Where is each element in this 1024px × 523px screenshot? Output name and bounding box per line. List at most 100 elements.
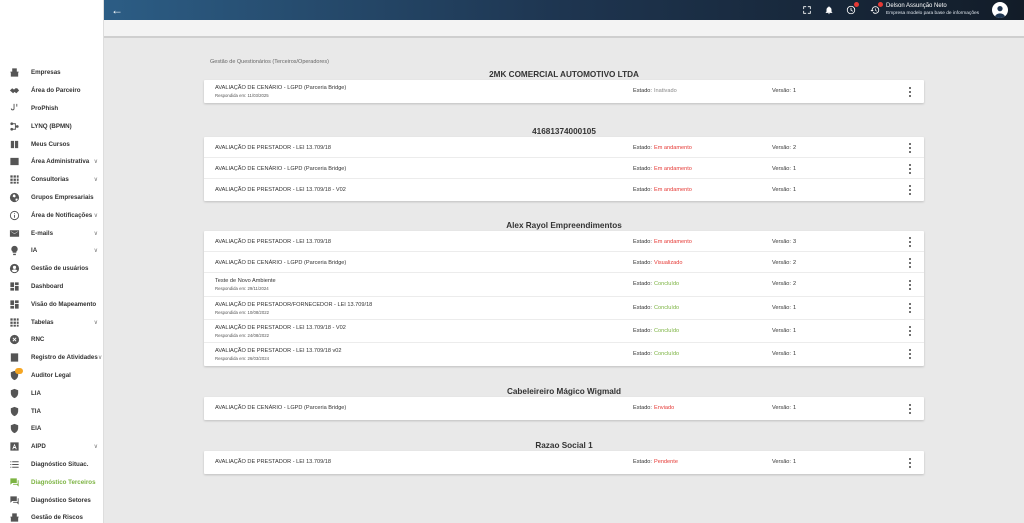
sidebar-item-rnc[interactable]: RNC xyxy=(0,331,103,349)
table-row[interactable]: AVALIAÇÃO DE PRESTADOR - LEI 13.709/18 Es… xyxy=(204,451,924,474)
sidebar-item-ia[interactable]: IA ∨ xyxy=(0,242,103,260)
sidebar-item-dashboard[interactable]: Dashboard xyxy=(0,278,103,296)
avatar[interactable] xyxy=(992,2,1008,18)
sidebar-item-consultorias[interactable]: Consultorias ∨ xyxy=(0,171,103,189)
more-options-icon[interactable] xyxy=(906,163,914,175)
sidebar-item-grupos-empresariais[interactable]: Grupos Empresariais xyxy=(0,189,103,207)
version-label: Versão: xyxy=(772,281,791,287)
table-row[interactable]: AVALIAÇÃO DE PRESTADOR - LEI 13.709/18 v… xyxy=(204,343,924,366)
version-label: Versão: xyxy=(772,304,791,311)
more-options-icon[interactable] xyxy=(906,86,914,98)
sidebar-item-label: Tabelas xyxy=(31,318,54,326)
notification-badge xyxy=(878,2,883,7)
bell-icon[interactable] xyxy=(823,4,835,16)
building-icon xyxy=(8,512,20,523)
table-row[interactable]: AVALIAÇÃO DE CENÁRIO - LGPD (Parceria Br… xyxy=(204,252,924,273)
state-label: Estado: xyxy=(633,327,652,334)
sidebar-item-label: Auditor Legal xyxy=(31,371,71,379)
table-row[interactable]: AVALIAÇÃO DE CENÁRIO - LGPD (Parceria Br… xyxy=(204,397,924,420)
sidebar-item-diagnostico-setores[interactable]: Diagnóstico Setores xyxy=(0,491,103,509)
more-options-icon[interactable] xyxy=(906,457,914,469)
more-options-icon[interactable] xyxy=(906,403,914,415)
sidebar-item-label: LYNQ (BPMN) xyxy=(31,122,72,130)
sidebar-item-gestao-de-usuarios[interactable]: Gestão de usuários xyxy=(0,260,103,278)
sidebar-item-e-mails[interactable]: E-mails ∨ xyxy=(0,224,103,242)
more-options-icon[interactable] xyxy=(906,279,914,291)
version-cell: Versão: 2 xyxy=(772,281,796,287)
sidebar-item-tia[interactable]: TIA xyxy=(0,402,103,420)
state-cell: Estado: Concluído xyxy=(633,351,679,357)
sidebar-item-label: EIA xyxy=(31,425,42,433)
status-badge: Pendente xyxy=(653,459,678,465)
sidebar-item-empresas[interactable]: Empresas xyxy=(0,64,103,82)
questionnaire-card: AVALIAÇÃO DE CENÁRIO - LGPD (Parceria Br… xyxy=(204,397,924,420)
version-value: 1 xyxy=(792,459,797,465)
sidebar-item-area-administrativa[interactable]: Área Administrativa ∨ xyxy=(0,153,103,171)
table-row[interactable]: AVALIAÇÃO DE PRESTADOR - LEI 13.709/18 -… xyxy=(204,320,924,343)
sidebar-item-meus-cursos[interactable]: Meus Cursos xyxy=(0,135,103,153)
globe-icon xyxy=(8,191,20,203)
state-label: Estado: xyxy=(633,405,652,411)
sidebar-item-label: ProPhish xyxy=(31,104,59,112)
more-options-icon[interactable] xyxy=(906,257,914,269)
table-row[interactable]: AVALIAÇÃO DE PRESTADOR - LEI 13.709/18 -… xyxy=(204,179,924,201)
status-badge: Em andamento xyxy=(653,187,692,193)
state-label: Estado: xyxy=(633,260,652,266)
admin-icon xyxy=(8,156,20,168)
chevron-down-icon: ∨ xyxy=(93,230,98,237)
version-cell: Versão: 1 xyxy=(772,166,796,172)
chevron-down-icon: ∨ xyxy=(93,212,98,219)
history-icon[interactable] xyxy=(869,2,883,16)
version-label: Versão: xyxy=(772,239,791,245)
sidebar-item-prophish[interactable]: ProPhish xyxy=(0,100,103,118)
sidebar-item-eia[interactable]: EIA xyxy=(0,420,103,438)
answered-date: Respondida em: 29/11/2024 xyxy=(215,286,269,291)
table-row[interactable]: AVALIAÇÃO DE PRESTADOR/FORNECEDOR - LEI … xyxy=(204,297,924,320)
chat-icon xyxy=(8,494,20,506)
table-row[interactable]: AVALIAÇÃO DE PRESTADOR - LEI 13.709/18 Es… xyxy=(204,231,924,252)
table-row[interactable]: AVALIAÇÃO DE CENÁRIO - LGPD (Parceria Br… xyxy=(204,158,924,179)
sidebar-item-diagnostico-terceiros[interactable]: Diagnóstico Terceiros xyxy=(0,473,103,491)
more-options-icon[interactable] xyxy=(906,142,914,154)
alert-clock-icon[interactable] xyxy=(845,2,859,16)
handshake-icon xyxy=(8,85,20,97)
sidebar-item-visao-do-mapeamento[interactable]: Visão do Mapeamento xyxy=(0,295,103,313)
sidebar-item-gestao-de-riscos[interactable]: Gestão de Riscos xyxy=(0,509,103,523)
shield-icon xyxy=(8,387,20,399)
state-cell: Estado: Em andamento xyxy=(633,166,692,172)
more-options-icon[interactable] xyxy=(906,325,914,337)
state-cell: Estado: Pendente xyxy=(633,459,678,465)
table-row[interactable]: AVALIAÇÃO DE CENÁRIO - LGPD (Parceria Br… xyxy=(204,80,924,103)
sidebar-item-aipd[interactable]: AIPD ∨ xyxy=(0,438,103,456)
sidebar-item-tabelas[interactable]: Tabelas ∨ xyxy=(0,313,103,331)
questionnaire-card: AVALIAÇÃO DE PRESTADOR - LEI 13.709/18 Es… xyxy=(204,451,924,474)
letter-a-icon xyxy=(8,441,20,453)
user-company: Empresa modelo para base de informações xyxy=(886,11,980,16)
sidebar-item-lia[interactable]: LIA xyxy=(0,384,103,402)
notification-badge xyxy=(854,2,859,7)
sidebar-item-area-de-notificacoes[interactable]: Área de Notificações ∨ xyxy=(0,206,103,224)
sidebar-item-diagnostico-situac[interactable]: Diagnóstico Situac. xyxy=(0,456,103,474)
company-group-title: Cabeleireiro Mágico Wigmald xyxy=(506,387,622,396)
version-label: Versão: xyxy=(772,350,791,357)
sidebar-item-auditor-legal[interactable]: Auditor Legal xyxy=(0,367,103,385)
version-label: Versão: xyxy=(772,260,791,266)
sidebar-item-label: IA xyxy=(31,247,38,255)
sidebar-item-registro-de-atividades[interactable]: Registro de Atividades ∨ xyxy=(0,349,103,367)
fullscreen-icon[interactable] xyxy=(801,4,813,16)
company-group-title: 2MK COMERCIAL AUTOMOTIVO LTDA xyxy=(489,70,639,79)
more-options-icon[interactable] xyxy=(906,236,914,248)
sidebar-item-lynq-bpmn[interactable]: LYNQ (BPMN) xyxy=(0,117,103,135)
sidebar-item-label: Grupos Empresariais xyxy=(31,193,94,201)
state-cell: Estado: Em andamento xyxy=(633,145,692,151)
sidebar-item-area-do-parceiro[interactable]: Área do Parceiro xyxy=(0,82,103,100)
back-arrow-icon[interactable]: ← xyxy=(110,3,124,17)
more-options-icon[interactable] xyxy=(906,348,914,360)
state-cell: Estado: Enviado xyxy=(633,405,674,411)
table-row[interactable]: Teste de Novo Ambiente Respondida em: 29/… xyxy=(204,273,924,297)
table-row[interactable]: AVALIAÇÃO DE PRESTADOR - LEI 13.709/18 Es… xyxy=(204,137,924,158)
more-options-icon[interactable] xyxy=(906,302,914,314)
more-options-icon[interactable] xyxy=(906,184,914,196)
version-cell: Versão: 2 xyxy=(772,145,796,151)
version-cell: Versão: 1 xyxy=(772,459,796,465)
